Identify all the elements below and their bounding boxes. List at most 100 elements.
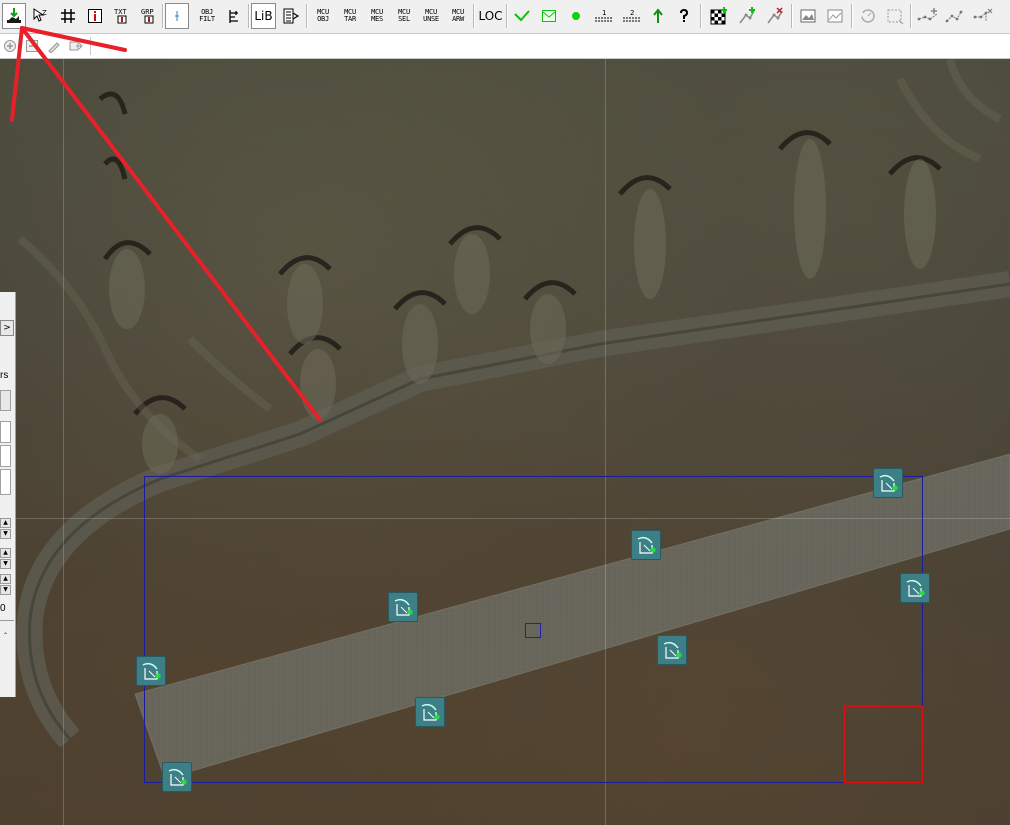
image-button[interactable] <box>796 3 820 29</box>
highlight-rectangle <box>844 706 923 783</box>
grid-icon <box>61 9 75 23</box>
graph-button[interactable]: GRP <box>137 3 161 29</box>
left-properties-panel: > rs ▲ ▼ ▲ ▼ ▲ ▼ 0 ⌃ <box>0 292 16 697</box>
send-button[interactable] <box>66 36 86 56</box>
toolbar-separator <box>506 4 508 28</box>
layer-1-button[interactable]: 1 <box>591 3 617 29</box>
mcu-trigger-icon <box>142 662 161 680</box>
svg-text:GRP: GRP <box>141 8 154 16</box>
filter-toggle-button[interactable] <box>165 3 189 29</box>
location-label: LOC <box>478 9 503 23</box>
green-check-button[interactable] <box>510 3 534 29</box>
path-edit-button[interactable] <box>943 3 969 29</box>
mcu-target-button[interactable]: MCU TAR <box>337 3 363 29</box>
zoom-select-button[interactable]: Z <box>28 3 52 29</box>
spin-down[interactable]: ▼ <box>0 559 11 569</box>
mcu-object-button[interactable]: MCU OBJ <box>310 3 336 29</box>
toolbar-separator <box>700 4 702 28</box>
mcu-icon-8[interactable] <box>162 762 192 792</box>
mcu-icon-6[interactable] <box>136 656 166 686</box>
path-delete-icon <box>973 8 993 21</box>
info-button[interactable] <box>83 3 107 29</box>
image-icon <box>800 9 816 23</box>
rotate-button[interactable] <box>856 3 880 29</box>
panel-button[interactable] <box>0 390 11 411</box>
minus-button[interactable] <box>22 36 42 56</box>
mcu-icon-5[interactable] <box>657 635 687 665</box>
panel-arrow-button[interactable]: > <box>0 320 14 336</box>
add-button[interactable] <box>0 36 20 56</box>
spin-down[interactable]: ▼ <box>0 529 11 539</box>
main-toolbar: Z TXT GRP OBJ FILT LiB MCU OBJ MCU TAR M… <box>0 0 1010 34</box>
map-view[interactable] <box>0 59 1010 825</box>
mcu-trigger-icon <box>663 641 682 659</box>
spin-down[interactable]: ▼ <box>0 585 11 595</box>
library-label: LiB <box>254 9 273 23</box>
toolbar-separator <box>248 4 250 28</box>
mcu-icon-2[interactable] <box>631 530 661 560</box>
panel-arrow-label: > <box>3 323 11 333</box>
align-button[interactable] <box>222 3 246 29</box>
mcu-trigger-icon <box>637 536 656 554</box>
toolbar-separator <box>473 4 475 28</box>
mcu-icon-3[interactable] <box>900 573 930 603</box>
text-label-icon: TXT <box>114 8 127 24</box>
toolbar-separator <box>306 4 308 28</box>
path-add-button[interactable] <box>915 3 941 29</box>
checkerboard-button[interactable] <box>706 3 732 29</box>
layer-1-icon: 1 <box>595 9 613 22</box>
remove-waypoint-button[interactable] <box>762 3 788 29</box>
spin-up[interactable]: ▲ <box>0 548 11 558</box>
mcu-trigger-icon <box>906 579 925 597</box>
select-rect-button[interactable] <box>883 3 907 29</box>
text-button[interactable]: TXT <box>110 3 134 29</box>
library-button[interactable]: LiB <box>251 3 276 29</box>
create-object-button[interactable] <box>2 3 26 29</box>
properties-button[interactable] <box>279 3 303 29</box>
toolbar-separator <box>162 4 164 28</box>
panel-field-2[interactable] <box>0 445 11 467</box>
mcu-icon-1[interactable] <box>873 468 903 498</box>
layer-2-button[interactable]: 2 <box>619 3 645 29</box>
green-envelope-button[interactable] <box>537 3 561 29</box>
mcu-message-label: MCU MES <box>371 8 383 23</box>
layer-2-label: 2 <box>630 9 634 17</box>
map-grid-line <box>63 59 64 825</box>
mcu-trigger-icon <box>421 703 440 721</box>
svg-text:Z: Z <box>42 9 47 17</box>
mcu-message-button[interactable]: MCU MES <box>364 3 390 29</box>
toolbar-separator <box>90 37 91 55</box>
info-icon <box>88 9 102 23</box>
mcu-arrow-label: MCU ARW <box>452 8 464 23</box>
panel-field-1[interactable] <box>0 421 11 443</box>
mcu-arrow-button[interactable]: MCU ARW <box>445 3 471 29</box>
object-filter-button[interactable]: OBJ FILT <box>194 3 220 29</box>
send-icon <box>69 41 83 51</box>
green-arrow-up-button[interactable] <box>647 3 669 29</box>
panel-field-3[interactable] <box>0 469 11 495</box>
spin-up[interactable]: ▲ <box>0 518 11 528</box>
green-arrow-up-icon <box>653 8 663 23</box>
location-button[interactable]: LOC <box>477 3 504 29</box>
path-delete-button[interactable] <box>971 3 997 29</box>
green-check-icon <box>514 10 530 22</box>
edit-button[interactable] <box>44 36 64 56</box>
layer-1-label: 1 <box>602 9 606 17</box>
mcu-icon-7[interactable] <box>415 697 445 727</box>
mcu-unselect-button[interactable]: MCU UNSE <box>418 3 444 29</box>
secondary-toolbar <box>0 34 1010 59</box>
mcu-trigger-icon <box>394 598 413 616</box>
mcu-select-button[interactable]: MCU SEL <box>391 3 417 29</box>
picture-icon <box>827 9 843 23</box>
svg-text:TXT: TXT <box>114 8 127 16</box>
selection-center-marker[interactable] <box>525 623 541 638</box>
align-icon <box>229 10 238 23</box>
grid-button[interactable] <box>56 3 80 29</box>
help-button[interactable] <box>673 3 695 29</box>
spin-up[interactable]: ▲ <box>0 574 11 584</box>
collapse-button[interactable]: ⌃ <box>0 632 11 642</box>
green-dot-button[interactable] <box>564 3 588 29</box>
add-waypoint-button[interactable] <box>734 3 760 29</box>
mcu-icon-4[interactable] <box>388 592 418 622</box>
picture-button[interactable] <box>823 3 847 29</box>
